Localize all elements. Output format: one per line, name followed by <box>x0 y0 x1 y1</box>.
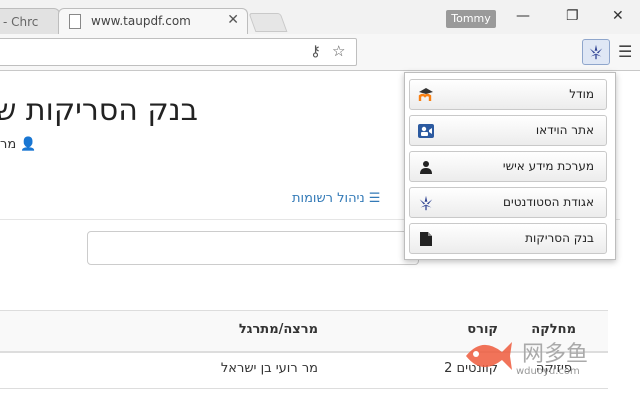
manage-lists-label: ניהול רשומות <box>292 191 365 206</box>
list-icon: ☰ <box>368 191 381 206</box>
popup-item-video[interactable]: אתר הוידאו <box>409 115 607 146</box>
popup-item-label: אגודת הסטודנטים <box>503 195 594 209</box>
header-lecturer[interactable]: מרצה/מתרגל <box>239 322 318 337</box>
popup-item-scan-bank[interactable]: בנק הסריקות <box>409 223 607 254</box>
extension-button[interactable] <box>582 39 610 65</box>
menu-icon[interactable]: ☰ <box>618 42 632 61</box>
tau-logo-icon <box>589 44 603 60</box>
popup-item-student-union[interactable]: אגודת הסטודנטים <box>409 187 607 218</box>
popup-item-label: בנק הסריקות <box>525 231 594 245</box>
popup-item-label: אתר הוידאו <box>535 123 594 137</box>
moodle-icon <box>416 85 436 105</box>
minimize-icon[interactable]: — <box>516 8 530 24</box>
popup-item-personal-info[interactable]: מערכת מידע אישי <box>409 151 607 182</box>
close-tab-icon[interactable]: ✕ <box>227 12 239 28</box>
fish-logo-icon <box>466 342 512 370</box>
person-icon <box>416 157 436 177</box>
manage-lists-link[interactable]: ☰ ניהול רשומות <box>292 191 380 206</box>
popup-item-label: מערכת מידע אישי <box>502 159 594 173</box>
restore-icon[interactable]: ❐ <box>566 8 579 24</box>
tab-previous-title: - Chrc <box>3 15 39 29</box>
tab-previous[interactable]: - Chrc <box>0 8 60 34</box>
toolbar: ⚷ ☆ ☰ <box>0 34 640 71</box>
page-title: בנק הסריקות ש <box>0 93 198 128</box>
title-bar: - Chrc www.taupdf.com ✕ Tommy — ❐ ✕ <box>0 0 640 34</box>
new-tab-button[interactable] <box>248 13 288 32</box>
address-bar[interactable]: ⚷ ☆ <box>0 38 357 66</box>
tab-active-title: www.taupdf.com <box>91 14 191 28</box>
watermark-subtitle: wduoyu.com <box>516 366 580 377</box>
tab-active[interactable]: www.taupdf.com ✕ <box>58 8 248 34</box>
popup-item-moodle[interactable]: מודל <box>409 79 607 110</box>
key-icon[interactable]: ⚷ <box>310 42 321 60</box>
extension-popup: מודל אתר הוידאו מערכת מידע אישי אגודת הס… <box>404 72 616 260</box>
tau-logo-icon <box>416 193 436 213</box>
watermark: 网多鱼 wduoyu.com <box>460 332 610 398</box>
video-icon <box>416 121 436 141</box>
user-name: מר <box>0 137 17 152</box>
profile-badge[interactable]: Tommy <box>446 10 496 28</box>
close-window-icon[interactable]: ✕ <box>612 8 624 24</box>
person-icon: 👤 <box>20 137 37 152</box>
star-icon[interactable]: ☆ <box>332 42 345 60</box>
cell-lecturer: מר רועי בן ישראל <box>220 361 318 376</box>
user-line: 👤 מר <box>0 137 37 152</box>
watermark-title: 网多鱼 <box>522 342 589 367</box>
file-icon <box>416 229 436 249</box>
page-icon <box>69 14 81 29</box>
popup-item-label: מודל <box>569 87 594 101</box>
search-input[interactable] <box>87 231 419 265</box>
